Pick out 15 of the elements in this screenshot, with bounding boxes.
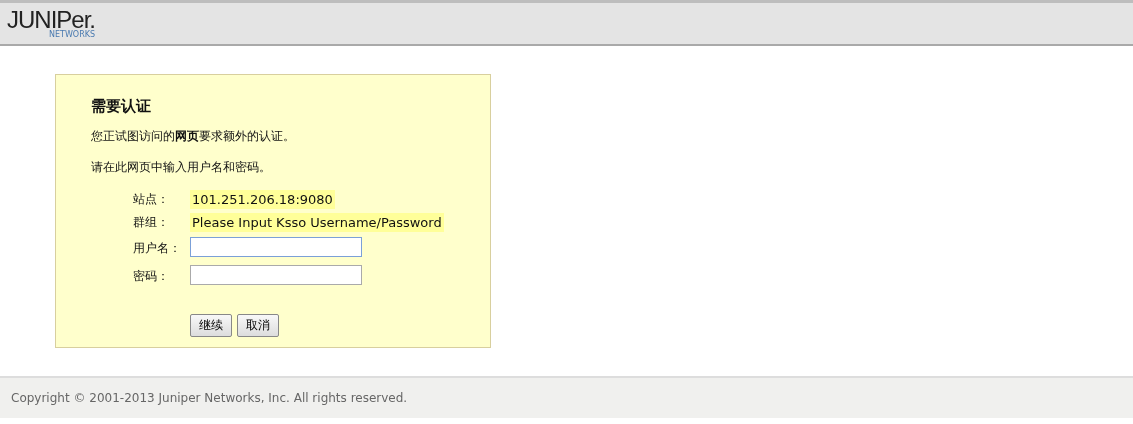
- instruction-text: 请在此网页中输入用户名和密码。: [91, 159, 272, 176]
- continue-button[interactable]: 继续: [190, 314, 232, 337]
- field-label: 用户名：: [133, 239, 182, 257]
- password-field[interactable]: [190, 265, 362, 285]
- info-value: Please Input Ksso Username/Password: [190, 213, 444, 232]
- message-text: 您正试图访问的网页要求额外的认证。: [91, 128, 296, 145]
- copyright-text: Copyright © 2001-2013 Juniper Networks, Inc. All rights reserved.: [11, 391, 408, 405]
- dialog-title: 需要认证: [91, 97, 152, 116]
- field-label: 站点：: [133, 191, 170, 208]
- info-value: 101.251.206.18:9080: [190, 190, 335, 209]
- field-label: 密码：: [133, 267, 170, 285]
- logo-tagline: NETWORKS: [49, 31, 96, 39]
- username-field[interactable]: [190, 237, 362, 257]
- field-label: 群组：: [133, 214, 170, 231]
- cancel-button[interactable]: 取消: [237, 314, 279, 337]
